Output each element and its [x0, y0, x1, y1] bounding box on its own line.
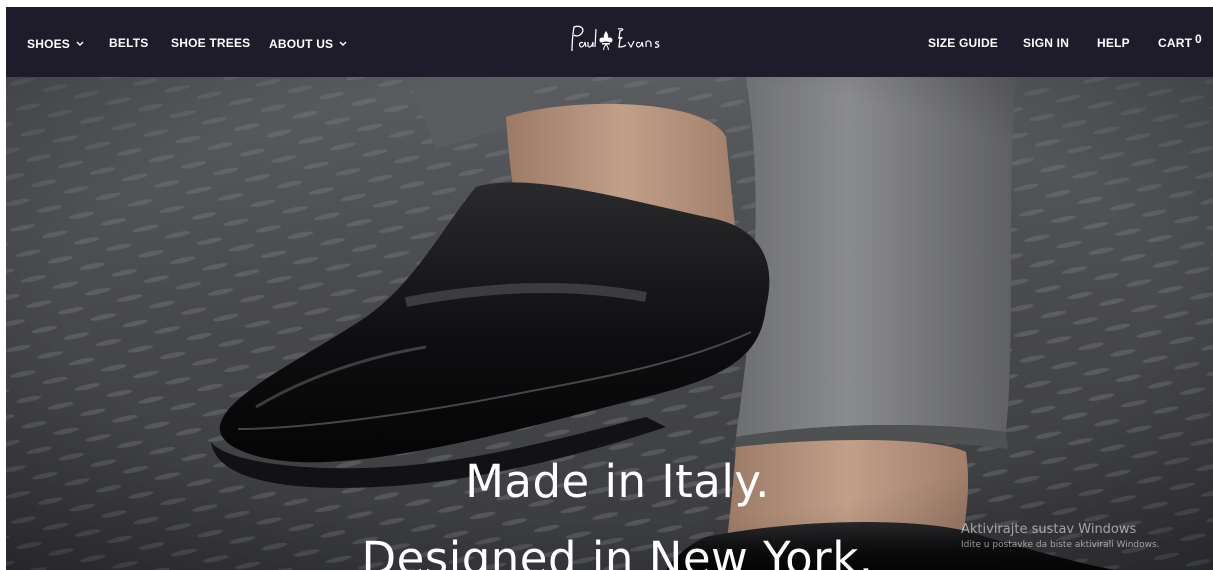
nav-size-guide-label: SIZE GUIDE	[928, 36, 999, 50]
nav-shoe-trees-label: SHOE TREES	[171, 36, 251, 50]
nav-help-label: HELP	[1097, 36, 1130, 50]
brand-logo[interactable]	[566, 21, 676, 61]
hero-banner: Made in Italy. Designed in New York. Akt…	[6, 77, 1213, 570]
nav-cart-label: CART	[1158, 36, 1193, 50]
nav-size-guide[interactable]: SIZE GUIDE	[928, 36, 998, 50]
nav-shoes-label: SHOES	[27, 37, 71, 51]
nav-belts-label: BELTS	[109, 36, 149, 50]
nav-about-us-label: ABOUT US	[269, 37, 334, 51]
page-frame: SHOES BELTS SHOE TREES ABOUT US SIZE GUI…	[6, 7, 1213, 570]
nav-cart[interactable]: CART	[1158, 36, 1192, 50]
nav-shoe-trees[interactable]: SHOE TREES	[171, 36, 250, 50]
windows-activation-watermark: Aktivirajte sustav Windows Idite u posta…	[961, 522, 1160, 550]
watermark-title: Aktivirajte sustav Windows	[961, 522, 1137, 537]
nav-sign-in-label: SIGN IN	[1023, 36, 1070, 50]
chevron-down-icon	[339, 36, 347, 50]
nav-about-us[interactable]: ABOUT US	[269, 36, 347, 51]
cart-count-badge: 0	[1195, 32, 1202, 46]
watermark-subtitle: Idite u postavke da biste aktivirali Win…	[961, 540, 1160, 550]
nav-belts[interactable]: BELTS	[109, 36, 148, 50]
top-navbar: SHOES BELTS SHOE TREES ABOUT US SIZE GUI…	[6, 7, 1213, 77]
nav-help[interactable]: HELP	[1097, 36, 1130, 50]
nav-shoes[interactable]: SHOES	[27, 36, 84, 51]
hero-headline-line-1: Made in Italy.	[465, 455, 770, 508]
nav-sign-in[interactable]: SIGN IN	[1023, 36, 1069, 50]
chevron-down-icon	[76, 36, 84, 50]
